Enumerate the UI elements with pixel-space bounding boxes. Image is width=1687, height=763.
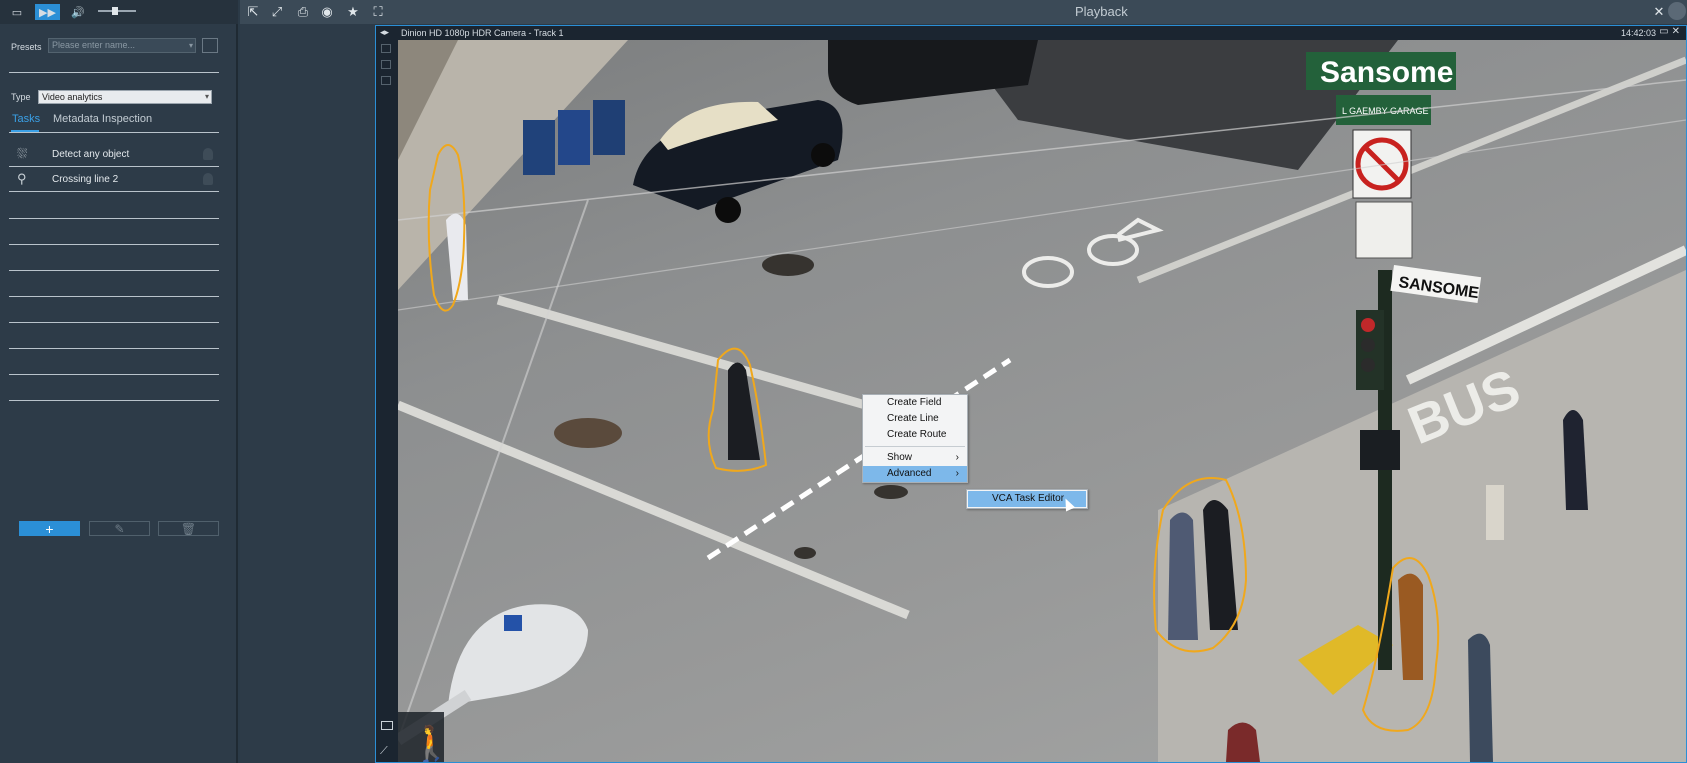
fullscreen-icon[interactable]: ⛶ bbox=[370, 4, 386, 20]
playback-indicator-icon: ◂▸ bbox=[380, 27, 390, 37]
collapse-icon[interactable]: ✕ bbox=[1651, 4, 1667, 20]
resize-icon[interactable]: ⤢ bbox=[269, 4, 285, 20]
menu-item-create-line[interactable]: Create Line bbox=[863, 411, 967, 427]
camera-video-image[interactable]: BUS Sansome L GAEMBY GARAGE SANSOME 🚶 Cr… bbox=[398, 40, 1686, 762]
save-preset-button[interactable] bbox=[202, 38, 218, 53]
garage-sign: L GAEMBY GARAGE bbox=[1342, 106, 1429, 116]
task-detect-any-object[interactable]: ⛆ Detect any object bbox=[9, 143, 219, 167]
menu-divider bbox=[865, 446, 965, 447]
menu-item-label: Advanced bbox=[887, 468, 932, 479]
video-pane[interactable]: ◂▸ Dinion HD 1080p HDR Camera - Track 1 … bbox=[375, 25, 1687, 763]
pane-controls[interactable]: ▭✕ bbox=[1659, 26, 1683, 37]
object-detection-icon: ⛆ bbox=[17, 146, 28, 161]
rectangle-tool-icon[interactable] bbox=[381, 721, 393, 730]
bookmark-star-icon[interactable]: ★ bbox=[345, 4, 361, 20]
delete-task-button[interactable]: 🗑 bbox=[158, 521, 219, 536]
video-header: ◂▸ Dinion HD 1080p HDR Camera - Track 1 … bbox=[376, 26, 1686, 40]
menu-item-show[interactable]: Show › bbox=[863, 450, 967, 466]
empty-task-row bbox=[9, 374, 219, 375]
camera-tree-panel bbox=[240, 0, 375, 763]
chevron-down-icon: ▾ bbox=[188, 41, 193, 50]
menu-item-create-route[interactable]: Create Route bbox=[863, 427, 967, 443]
camera-title: Dinion HD 1080p HDR Camera - Track 1 bbox=[401, 28, 564, 38]
layout-icon[interactable]: ⇱ bbox=[245, 4, 261, 20]
chevron-right-icon: › bbox=[955, 452, 959, 463]
page-title: Playback bbox=[1075, 4, 1128, 19]
image-pane-toolbar: ⇱ ⤢ ⎙ ◉ ★ ⛶ Playback ✕ bbox=[240, 0, 1687, 24]
type-label: Type bbox=[11, 92, 31, 102]
empty-task-row bbox=[9, 244, 219, 245]
empty-task-row bbox=[9, 400, 219, 401]
edit-task-button[interactable]: ✎ bbox=[89, 521, 150, 536]
empty-task-row bbox=[9, 322, 219, 323]
chevron-right-icon: › bbox=[955, 468, 959, 479]
divider bbox=[9, 72, 219, 73]
volume-slider-knob[interactable] bbox=[112, 7, 118, 15]
print-icon[interactable]: ⎙ bbox=[295, 4, 311, 20]
draw-line-icon[interactable]: ⟋ bbox=[380, 745, 388, 758]
empty-task-row bbox=[9, 296, 219, 297]
task-label: Detect any object bbox=[52, 149, 130, 160]
volume-icon[interactable]: 🔊 bbox=[70, 4, 86, 20]
timestamp: 14:42:03 bbox=[1620, 28, 1656, 38]
menu-item-label: Show bbox=[887, 452, 913, 463]
task-label: Crossing line 2 bbox=[52, 174, 119, 185]
crossing-line-icon: ⚲ bbox=[17, 171, 27, 186]
pane-tool-icon[interactable] bbox=[381, 60, 391, 69]
pane-tool-icon[interactable] bbox=[381, 76, 391, 85]
chevron-down-icon: ▾ bbox=[204, 92, 209, 101]
pane-tool-icon[interactable] bbox=[381, 44, 391, 53]
empty-task-row bbox=[9, 270, 219, 271]
type-select[interactable]: Video analytics ▾ bbox=[38, 90, 212, 104]
street-scene: BUS Sansome L GAEMBY GARAGE SANSOME 🚶 bbox=[398, 40, 1686, 762]
tab-metadata-inspection[interactable]: Metadata Inspection bbox=[53, 113, 152, 125]
menu-item-advanced[interactable]: Advanced › bbox=[863, 466, 967, 482]
close-circle-icon[interactable] bbox=[1668, 2, 1686, 20]
divider bbox=[9, 132, 219, 133]
task-panel: ▭ ▶▶ 🔊 Presets Please enter name... ▾ Ty… bbox=[0, 0, 238, 763]
presets-name-input[interactable]: Please enter name... ▾ bbox=[48, 38, 196, 53]
camera-mode-button[interactable]: ▭ bbox=[9, 4, 25, 20]
add-task-button[interactable]: + bbox=[19, 521, 80, 537]
playback-toolbar: ▭ ▶▶ 🔊 bbox=[0, 0, 238, 24]
tab-tasks[interactable]: Tasks bbox=[12, 113, 40, 125]
alarm-bell-icon[interactable] bbox=[203, 148, 213, 160]
empty-task-row bbox=[9, 348, 219, 349]
task-crossing-line-2[interactable]: ⚲ Crossing line 2 bbox=[9, 168, 219, 192]
context-menu: Create Field Create Line Create Route Sh… bbox=[862, 394, 968, 483]
menu-item-create-field[interactable]: Create Field bbox=[863, 395, 967, 411]
presets-label: Presets bbox=[11, 42, 42, 52]
snapshot-camera-icon[interactable]: ◉ bbox=[319, 4, 335, 20]
alarm-bell-icon[interactable] bbox=[203, 173, 213, 185]
empty-task-row bbox=[9, 218, 219, 219]
walking-person-icon: 🚶 bbox=[410, 724, 452, 762]
video-side-toolbar: ⟋ bbox=[376, 40, 398, 762]
street-sign: Sansome bbox=[1320, 56, 1453, 89]
playback-mode-button[interactable]: ▶▶ bbox=[35, 4, 60, 20]
presets-placeholder: Please enter name... bbox=[52, 40, 136, 50]
type-value: Video analytics bbox=[42, 92, 103, 102]
